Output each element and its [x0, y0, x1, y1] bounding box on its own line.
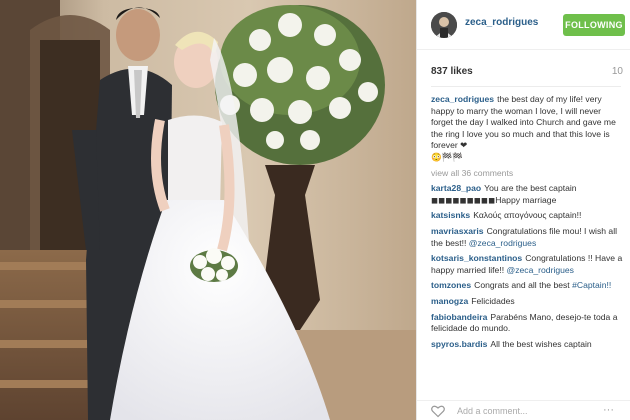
comment-text: All the best wishes captain — [490, 338, 592, 349]
username-link[interactable]: zeca_rodrigues — [465, 17, 538, 28]
hashtag-link[interactable]: #Captain!! — [572, 280, 611, 290]
comment-item: katsisnks Καλούς απογόνους captain!! — [431, 210, 623, 222]
caption-emoji: 😳🏁🏁 — [431, 151, 464, 162]
comment-username[interactable]: karta28_pao — [431, 183, 481, 193]
post-sidebar: zeca_rodrigues FOLLOWING 837 likes 10 ze… — [416, 0, 630, 420]
following-button[interactable]: FOLLOWING — [563, 14, 625, 36]
comment-item: fabiobandeira Parabéns Mano, desejo-te to… — [431, 312, 623, 335]
comment-text: Congrats and all the best #Captain!! — [474, 280, 612, 291]
divider — [431, 86, 621, 87]
view-all-comments-link[interactable]: view all 36 comments — [431, 168, 623, 180]
comment-item: mavriasxaris Congratulations file mou! I … — [431, 226, 623, 249]
post-photo[interactable] — [0, 0, 416, 420]
comment-item: kotsaris_konstantinos Congratulations !! … — [431, 253, 623, 276]
comment-username[interactable]: fabiobandeira — [431, 312, 487, 322]
comment-username[interactable]: spyros.bardis — [431, 339, 487, 349]
comment-item: manogza Felicidades — [431, 296, 623, 308]
comment-text: Felicidades — [471, 295, 515, 306]
comment-item: karta28_pao You are the best captain ◼◼◼◼… — [431, 183, 623, 206]
likes-row: 837 likes 10 — [431, 66, 623, 80]
heart-icon[interactable] — [431, 404, 445, 418]
caption-username[interactable]: zeca_rodrigues — [431, 94, 494, 104]
comment-username[interactable]: manogza — [431, 296, 468, 306]
comment-username[interactable]: katsisnks — [431, 210, 470, 220]
mention-link[interactable]: @zeca_rodrigues — [507, 265, 574, 275]
comment-username[interactable]: kotsaris_konstantinos — [431, 253, 522, 263]
likes-count[interactable]: 837 likes — [431, 66, 473, 77]
comment-text: Καλούς απογόνους captain!! — [473, 210, 582, 221]
avatar[interactable] — [431, 12, 457, 38]
comment-item: spyros.bardis All the best wishes captain — [431, 339, 623, 351]
comments-section: zeca_rodrigues the best day of my life! v… — [431, 94, 623, 354]
post-header: zeca_rodrigues FOLLOWING — [417, 0, 630, 50]
mention-link[interactable]: @zeca_rodrigues — [469, 238, 536, 248]
comment-bar: Add a comment... ··· — [417, 400, 630, 420]
wedding-photo-illustration — [0, 0, 416, 420]
more-options-icon[interactable]: ··· — [603, 404, 614, 416]
comment-username[interactable]: tomzones — [431, 280, 471, 290]
comment-username[interactable]: mavriasxaris — [431, 226, 484, 236]
avatar-image-icon — [431, 12, 457, 38]
caption: zeca_rodrigues the best day of my life! v… — [431, 94, 623, 164]
add-comment-input[interactable]: Add a comment... — [457, 406, 528, 416]
post-time-ago: 10 — [611, 66, 623, 77]
comment-item: tomzones Congrats and all the best #Capta… — [431, 280, 623, 292]
instagram-post-frame: zeca_rodrigues FOLLOWING 837 likes 10 ze… — [0, 0, 630, 420]
